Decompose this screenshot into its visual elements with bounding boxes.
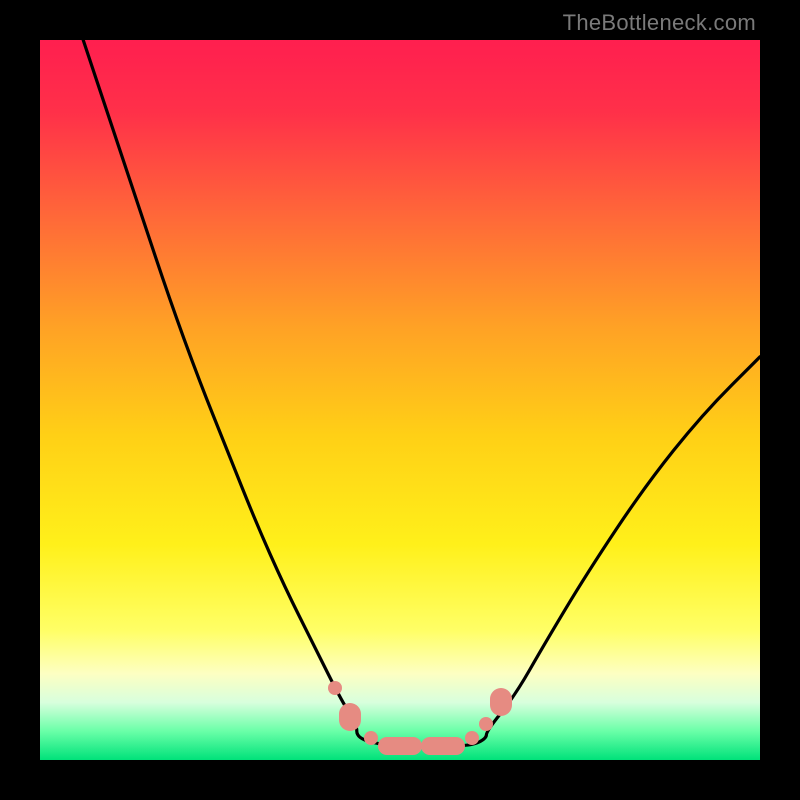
data-marker	[364, 731, 378, 745]
watermark-text: TheBottleneck.com	[563, 10, 756, 36]
data-marker	[465, 731, 479, 745]
plot-area	[40, 40, 760, 760]
bottleneck-curve	[40, 40, 760, 760]
chart-frame: TheBottleneck.com	[0, 0, 800, 800]
data-marker	[339, 703, 361, 731]
data-marker	[421, 737, 465, 755]
data-marker	[479, 717, 493, 731]
data-marker	[490, 688, 512, 716]
data-marker	[378, 737, 422, 755]
data-marker	[328, 681, 342, 695]
